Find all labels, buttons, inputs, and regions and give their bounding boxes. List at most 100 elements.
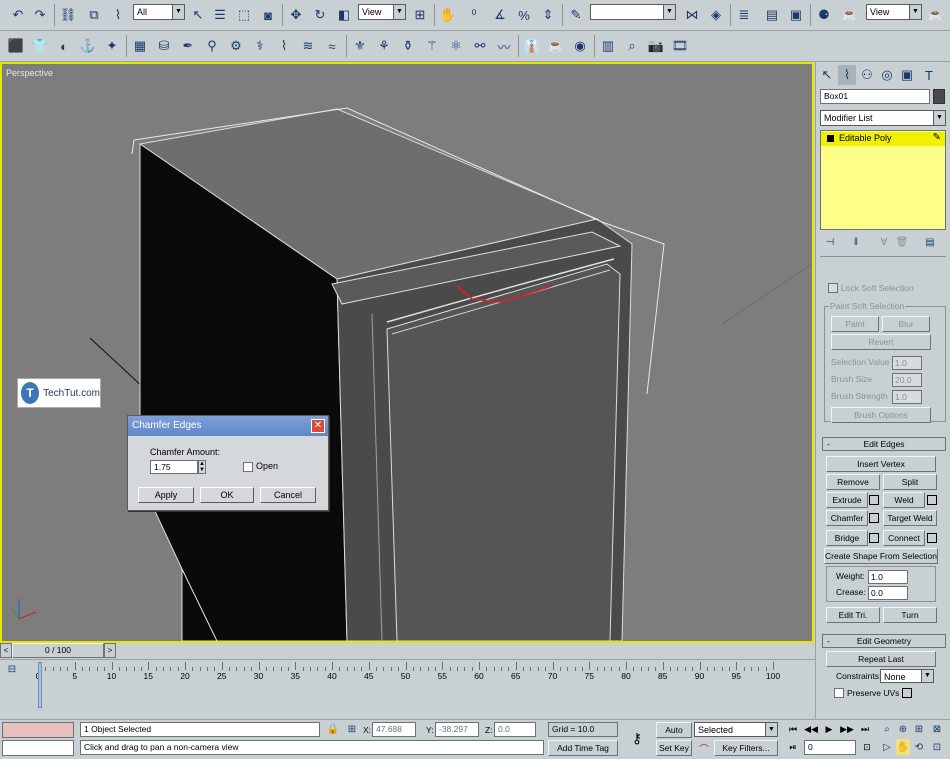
field-of-view-icon[interactable]: ▷ [880,739,894,755]
pin-stack-icon[interactable]: ⊣ [822,234,838,250]
turn-button[interactable]: Turn [883,607,937,623]
slider-next-icon[interactable]: > [104,643,116,658]
connect-settings-icon[interactable] [927,533,937,543]
camera-search-icon[interactable]: ⌕ [622,36,642,56]
pan-icon[interactable]: ✋ [896,739,910,755]
split-button[interactable]: Split [883,474,937,490]
align-icon[interactable]: ◈ [706,5,726,25]
modifier-list-dropdown[interactable]: Modifier List ▼ [820,110,946,126]
revert-button[interactable]: Revert [831,334,931,350]
brush-options-button[interactable]: Brush Options [831,407,931,423]
material-editor-icon[interactable]: ⚈ [814,5,834,25]
bridge-settings-icon[interactable] [869,533,879,543]
play-icon[interactable]: ▶ [822,722,836,736]
go-to-end-icon[interactable]: ⏭ [858,722,872,736]
key-set-dropdown[interactable]: Selected ▼ [694,722,778,737]
crease-input[interactable]: 0.0 [868,586,908,600]
spline-icon[interactable]: 〰 [494,36,514,56]
camera-icon[interactable]: 📷 [646,36,666,56]
edit-tri-button[interactable]: Edit Tri. [826,607,880,623]
window-crossing-icon[interactable]: ◙ [258,5,278,25]
orbit-icon[interactable]: ⟲ [912,739,926,755]
magnet-icon[interactable]: ⚲ [202,36,222,56]
preserve-uvs-checkbox[interactable] [834,688,844,698]
selection-filter-dropdown[interactable]: All ▼ [133,4,185,20]
time-slider-thumb[interactable]: 0 / 100 [12,643,104,658]
weld-button[interactable]: Weld [883,492,925,508]
render-view-dropdown[interactable]: View ▼ [866,4,922,20]
current-frame-field[interactable]: 0 [804,740,856,755]
key-mode-icon[interactable]: ⏯ [786,740,800,754]
zoom-all-icon[interactable]: ⊕ [896,721,910,737]
scale-icon[interactable]: ◧ [334,5,354,25]
curve-editor-icon[interactable]: ▤ [762,5,782,25]
anchor-icon[interactable]: ⚓ [78,36,98,56]
teapot-icon[interactable]: ☕ [546,36,566,56]
show-end-result-icon[interactable]: ‖ [848,234,864,250]
lock-soft-selection-checkbox[interactable] [828,283,838,293]
auto-key-button[interactable]: Auto Key [656,722,692,749]
insert-vertex-button[interactable]: Insert Vertex [826,456,936,472]
expand-icon[interactable] [827,135,834,142]
gear-icon[interactable]: ⚙ [226,36,246,56]
undo-icon[interactable]: ↶ [8,5,28,25]
edit-edges-rollout[interactable]: - Edit Edges [822,437,946,451]
ripple-icon[interactable]: ≈ [322,36,342,56]
brush-icon[interactable]: ⌇ [274,36,294,56]
angle-snap-icon[interactable]: ∡ [490,5,510,25]
maximize-viewport-icon[interactable]: ⊡ [930,739,944,755]
object-name-field[interactable]: Box01 [820,89,930,104]
z-coord-field[interactable]: 0.0 [494,722,536,737]
tree-icon[interactable]: ⚚ [422,36,442,56]
chamfer-settings-icon[interactable] [869,513,879,523]
film-icon[interactable]: 🎞 [670,36,690,56]
select-object-icon[interactable]: ↖ [188,5,208,25]
shirt2-icon[interactable]: 👔 [522,36,542,56]
dialog-title[interactable]: Chamfer Edges [128,416,328,436]
extrude-button[interactable]: Extrude [826,492,868,508]
mini-curve-editor-icon[interactable]: ⊟ [4,662,20,676]
slider-prev-icon[interactable]: < [0,643,12,658]
close-icon[interactable]: ✕ [311,419,325,433]
edit-named-selection-icon[interactable]: ✎ [566,5,586,25]
named-selection-dropdown[interactable]: ▼ [590,4,676,20]
make-unique-icon[interactable]: ∀ [876,234,892,250]
blur-button[interactable]: Blur [882,316,930,332]
zoom-extents-icon[interactable]: ⊞ [912,721,926,737]
selection-value-input[interactable]: 1.0 [892,356,922,370]
wave-icon[interactable]: ≋ [298,36,318,56]
rotate-icon[interactable]: ↻ [310,5,330,25]
zoom-icon[interactable]: ⌕ [880,721,894,737]
pivot-center-icon[interactable]: ⊞ [410,5,430,25]
ok-button[interactable]: OK [200,487,254,503]
paint-button[interactable]: Paint [831,316,879,332]
repeat-last-button[interactable]: Repeat Last [826,651,936,667]
perspective-viewport[interactable]: Perspective [0,62,814,643]
modify-tab-icon[interactable]: ⌇ [838,65,856,85]
bridge-button[interactable]: Bridge [826,530,868,546]
extrude-settings-icon[interactable] [869,495,879,505]
render-setup-icon[interactable]: ☕ [840,5,860,25]
maxscript-input[interactable] [2,740,74,756]
brush-strength-input[interactable]: 1.0 [892,390,922,404]
select-and-manipulate-icon[interactable]: ✋ [438,5,458,25]
key-filters-button[interactable]: Key Filters... [714,740,778,756]
key-icon[interactable]: ⚷ [624,728,650,748]
create-shape-button[interactable]: Create Shape From Selection [824,548,938,564]
edit-geometry-rollout[interactable]: - Edit Geometry [822,634,946,648]
add-time-tag-button[interactable]: Add Time Tag [548,740,618,756]
bottle-icon[interactable]: ⚱ [398,36,418,56]
panel-icon[interactable]: ▥ [598,36,618,56]
open-checkbox[interactable] [243,462,253,472]
chamfer-button[interactable]: Chamfer [826,510,868,526]
motion-tab-icon[interactable]: ◎ [878,65,896,85]
previous-frame-icon[interactable]: ◀◀ [804,722,818,736]
apply-button[interactable]: Apply [138,487,194,503]
quick-render-icon[interactable]: ☕ [926,5,946,25]
object-color-swatch[interactable] [933,89,945,104]
next-frame-icon[interactable]: ▶▶ [840,722,854,736]
connect-button[interactable]: Connect [883,530,925,546]
time-configuration-icon[interactable]: ⊡ [860,740,874,754]
shirt-icon[interactable]: 👕 [30,36,50,56]
graphite-tool-icon[interactable]: ⬛ [6,36,26,56]
